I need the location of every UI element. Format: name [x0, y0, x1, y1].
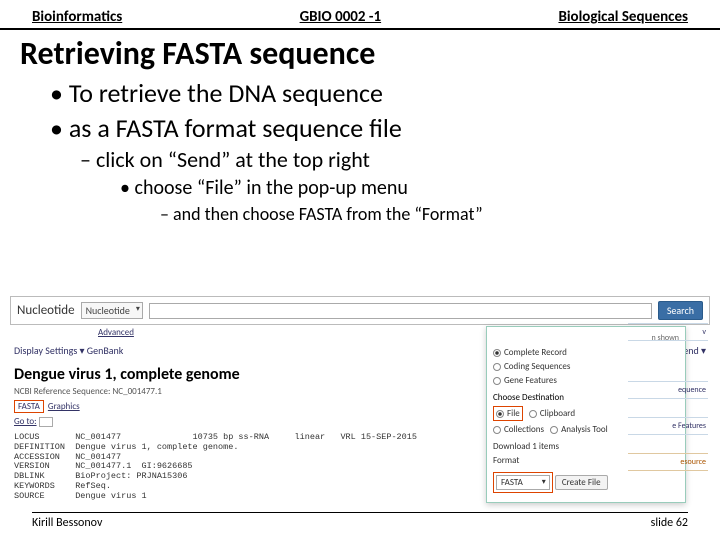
side-3[interactable]: e Features [628, 417, 708, 435]
db-select[interactable]: Nucleotide [81, 302, 143, 319]
search-button[interactable]: Search [658, 301, 703, 320]
display-settings[interactable]: Display Settings ▾ GenBank [14, 344, 123, 357]
radio-collections[interactable] [493, 426, 501, 434]
search-input[interactable] [149, 303, 652, 319]
slide-title: Retrieving FASTA sequence [0, 30, 720, 75]
header-left: Bioinformatics [32, 8, 122, 26]
goto-toggle[interactable] [39, 417, 53, 427]
footer-slide-number: slide 62 [651, 516, 688, 530]
side-1[interactable]: v [628, 323, 708, 341]
radio-coding[interactable] [493, 363, 501, 371]
radio-file[interactable] [496, 410, 504, 418]
bullet-5: – and then choose FASTA from the “Format… [160, 203, 700, 226]
side-2[interactable]: equence [628, 381, 708, 399]
side-column: v equence e Features esource [628, 320, 708, 474]
format-select[interactable]: FASTA [496, 475, 550, 490]
bullet-list: • To retrieve the DNA sequence • as a FA… [0, 77, 720, 225]
opt-coding: Coding Sequences [504, 361, 570, 372]
bullet-1: • To retrieve the DNA sequence [50, 77, 700, 110]
ncbi-db-label: Nucleotide [17, 303, 75, 318]
radio-clipboard[interactable] [529, 410, 537, 418]
dest-file: File [507, 408, 520, 419]
opt-complete: Complete Record [504, 347, 567, 358]
header-right: Biological Sequences [558, 8, 688, 26]
bullet-4: • choose “File” in the pop-up menu [120, 176, 700, 201]
side-4[interactable]: esource [628, 453, 708, 471]
bullet-3: – click on “Send” at the top right [80, 146, 700, 174]
ncbi-searchbar: Nucleotide Nucleotide Search [10, 296, 710, 325]
goto-link[interactable]: Go to: [14, 416, 37, 427]
slide-header: Bioinformatics GBIO 0002 -1 Biological S… [0, 0, 720, 30]
dest-collections: Collections [504, 424, 544, 435]
opt-gene: Gene Features [504, 375, 557, 386]
radio-complete[interactable] [493, 349, 501, 357]
dest-file-wrap: File [493, 406, 523, 421]
footer-author: Kirill Bessonov [32, 516, 102, 530]
ncbi-screenshot: Nucleotide Nucleotide Search Advanced Di… [10, 296, 710, 496]
slide-footer: Kirill Bessonov slide 62 [32, 512, 688, 530]
radio-analysis[interactable] [550, 426, 558, 434]
tab-graphics[interactable]: Graphics [48, 401, 80, 412]
create-file-button[interactable]: Create File [555, 475, 608, 490]
radio-gene[interactable] [493, 377, 501, 385]
header-center: GBIO 0002 -1 [300, 8, 382, 26]
tab-fasta[interactable]: FASTA [14, 400, 44, 413]
dest-clipboard: Clipboard [540, 408, 575, 419]
dest-analysis: Analysis Tool [561, 424, 608, 435]
bullet-2: • as a FASTA format sequence file [50, 112, 700, 145]
